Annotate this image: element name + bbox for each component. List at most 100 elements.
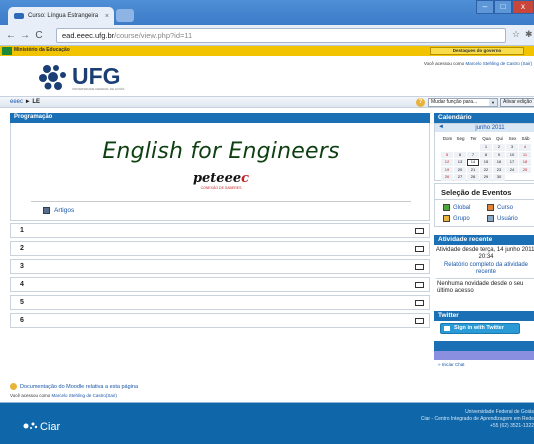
help-icon — [10, 383, 17, 390]
event-filter-label: Grupo — [453, 215, 470, 222]
calendar-day[interactable]: 25 — [519, 166, 531, 173]
recent-activity-header: Atividade recente — [434, 235, 534, 245]
calendar-day[interactable]: 22 — [480, 166, 492, 173]
calendar-day[interactable]: 29 — [480, 174, 492, 181]
moodle-docs-link[interactable]: Documentação do Moodle relativa a esta p… — [10, 383, 138, 390]
tab-title: Curso: Língua Estrangeira — [28, 13, 99, 19]
calendar-day[interactable]: 27 — [454, 174, 466, 181]
show-only-topic-icon[interactable] — [415, 228, 424, 234]
browser-tab[interactable]: Curso: Língua Estrangeira × — [8, 7, 114, 25]
calendar-day[interactable]: 3 — [506, 144, 518, 151]
user-profile-link[interactable]: Marcelo Stehling de Castro — [52, 393, 106, 398]
calendar-empty-cell — [441, 144, 453, 151]
topic-section-1: 1 — [10, 223, 430, 238]
government-bar: Ministério da Educação Destaques do gove… — [0, 46, 534, 56]
logged-in-info: Você acessou como Marcelo Stehling de Ca… — [424, 61, 532, 66]
calendar-day[interactable]: 15 — [480, 159, 492, 166]
settings-wrench-icon[interactable]: ✱ — [525, 29, 533, 40]
breadcrumb-root-link[interactable]: eeec — [10, 99, 23, 105]
calendar-header-label: Calendário — [438, 114, 472, 121]
calendar-empty-cell — [519, 174, 531, 181]
full-activity-report-link[interactable]: Relatório completo da atividade recente — [434, 262, 534, 276]
topic-section-6: 6 — [10, 313, 430, 328]
forward-button[interactable]: → — [18, 30, 32, 41]
twitter-block: Sign in with Twitter — [434, 321, 534, 337]
event-filter-course[interactable]: Curso — [487, 204, 513, 211]
calendar-empty-cell — [454, 144, 466, 151]
maximize-button[interactable]: □ — [494, 0, 512, 14]
calendar-week: 19 20 21 22 23 24 25 — [441, 166, 532, 174]
show-only-topic-icon[interactable] — [415, 300, 424, 306]
site-header: UFG UNIVERSIDADE FEDERAL DE GOIÁS Você a… — [0, 56, 534, 96]
calendar-day[interactable]: 16 — [493, 159, 505, 166]
calendar-day[interactable]: 14 — [467, 159, 479, 166]
calendar-week: 26 27 28 29 30 — [441, 174, 532, 181]
resource-artigos-label: Artigos — [54, 207, 75, 214]
ufg-logo-subtitle: UNIVERSIDADE FEDERAL DE GOIÁS — [72, 87, 125, 91]
calendar-day[interactable]: 13 — [454, 159, 466, 166]
tab-close-icon[interactable]: × — [105, 13, 109, 20]
switch-role-select[interactable]: Mudar função para... ▼ — [428, 98, 498, 107]
ufg-logo-icon — [39, 65, 66, 90]
calendar-day[interactable]: 26 — [441, 174, 453, 181]
previous-month-icon[interactable]: ◄ — [438, 124, 444, 130]
breadcrumb: eeec ► LE — [10, 99, 40, 105]
calendar-day[interactable]: 21 — [467, 166, 479, 173]
show-only-topic-icon[interactable] — [415, 264, 424, 270]
moodle-favicon-icon — [14, 13, 24, 19]
calendar-day[interactable]: 12 — [441, 159, 453, 166]
calendar-day[interactable]: 5 — [441, 151, 453, 158]
calendar-day[interactable]: 8 — [480, 151, 492, 158]
minimize-button[interactable]: – — [476, 0, 494, 14]
weekday-label: Qui — [495, 136, 503, 141]
start-chat-link[interactable]: » Iniciar Chat — [438, 362, 465, 367]
new-tab-button[interactable] — [116, 9, 134, 22]
show-only-topic-icon[interactable] — [415, 246, 424, 252]
calendar-day[interactable]: 11 — [519, 151, 531, 158]
calendar-day[interactable]: 9 — [493, 151, 505, 158]
weekday-label: Ter — [470, 136, 477, 141]
calendar-month[interactable]: junho 2011 — [435, 124, 534, 132]
calendar-day[interactable]: 2 — [493, 144, 505, 151]
topic-number: 3 — [20, 263, 24, 270]
calendar-day[interactable]: 7 — [467, 151, 479, 158]
calendar-day[interactable]: 30 — [493, 174, 505, 181]
calendar-day[interactable]: 24 — [506, 166, 518, 173]
calendar-day[interactable]: 28 — [467, 174, 479, 181]
calendar-day[interactable]: 19 — [441, 166, 453, 173]
moodle-docs-label: Documentação do Moodle relativa a esta p… — [20, 383, 139, 390]
calendar-day[interactable]: 6 — [454, 151, 466, 158]
ministry-label[interactable]: Ministério da Educação — [14, 47, 70, 53]
logout-link[interactable]: (Sair) — [521, 61, 532, 66]
calendar-day[interactable]: 4 — [519, 144, 531, 151]
ufg-logo-text: UFG — [72, 63, 121, 89]
logout-link[interactable]: (Sair) — [106, 393, 117, 398]
calendar-day[interactable]: 10 — [506, 151, 518, 158]
turn-editing-on-button[interactable]: Ativar edição — [500, 98, 534, 107]
event-filter-user[interactable]: Usuário — [487, 215, 518, 222]
back-button[interactable]: ← — [4, 30, 18, 41]
browser-tabstrip: Curso: Língua Estrangeira × – □ x — [0, 0, 534, 25]
calendar-day[interactable]: 23 — [493, 166, 505, 173]
show-only-topic-icon[interactable] — [415, 282, 424, 288]
ciar-logo-icon — [23, 422, 38, 429]
sign-in-with-twitter-button[interactable]: Sign in with Twitter — [440, 323, 520, 334]
reload-button[interactable]: C — [32, 30, 46, 41]
twitter-bird-icon — [444, 326, 450, 331]
gov-highlights-button[interactable]: Destaques do governo — [430, 47, 524, 55]
calendar-day[interactable]: 18 — [519, 159, 531, 166]
window-close-button[interactable]: x — [512, 0, 534, 14]
weekday-label: Seg — [456, 136, 465, 141]
event-filter-group[interactable]: Grupo — [443, 215, 470, 222]
help-icon[interactable]: ? — [416, 98, 425, 107]
user-profile-link[interactable]: Marcelo Stehling de Castro — [465, 61, 519, 66]
calendar-day[interactable]: 17 — [506, 159, 518, 166]
resource-artigos[interactable]: Artigos — [43, 207, 74, 214]
site-footer: Ciar Universidade Federal de Goiás Ciar … — [0, 402, 534, 444]
calendar-day[interactable]: 1 — [480, 144, 492, 151]
show-only-topic-icon[interactable] — [415, 318, 424, 324]
calendar-day[interactable]: 20 — [454, 166, 466, 173]
event-filter-global[interactable]: Global — [443, 204, 470, 211]
address-bar[interactable]: ead.eeec.ufg.br/course/view.php?id=11 — [56, 28, 506, 43]
bookmark-star-icon[interactable]: ☆ — [512, 29, 520, 40]
